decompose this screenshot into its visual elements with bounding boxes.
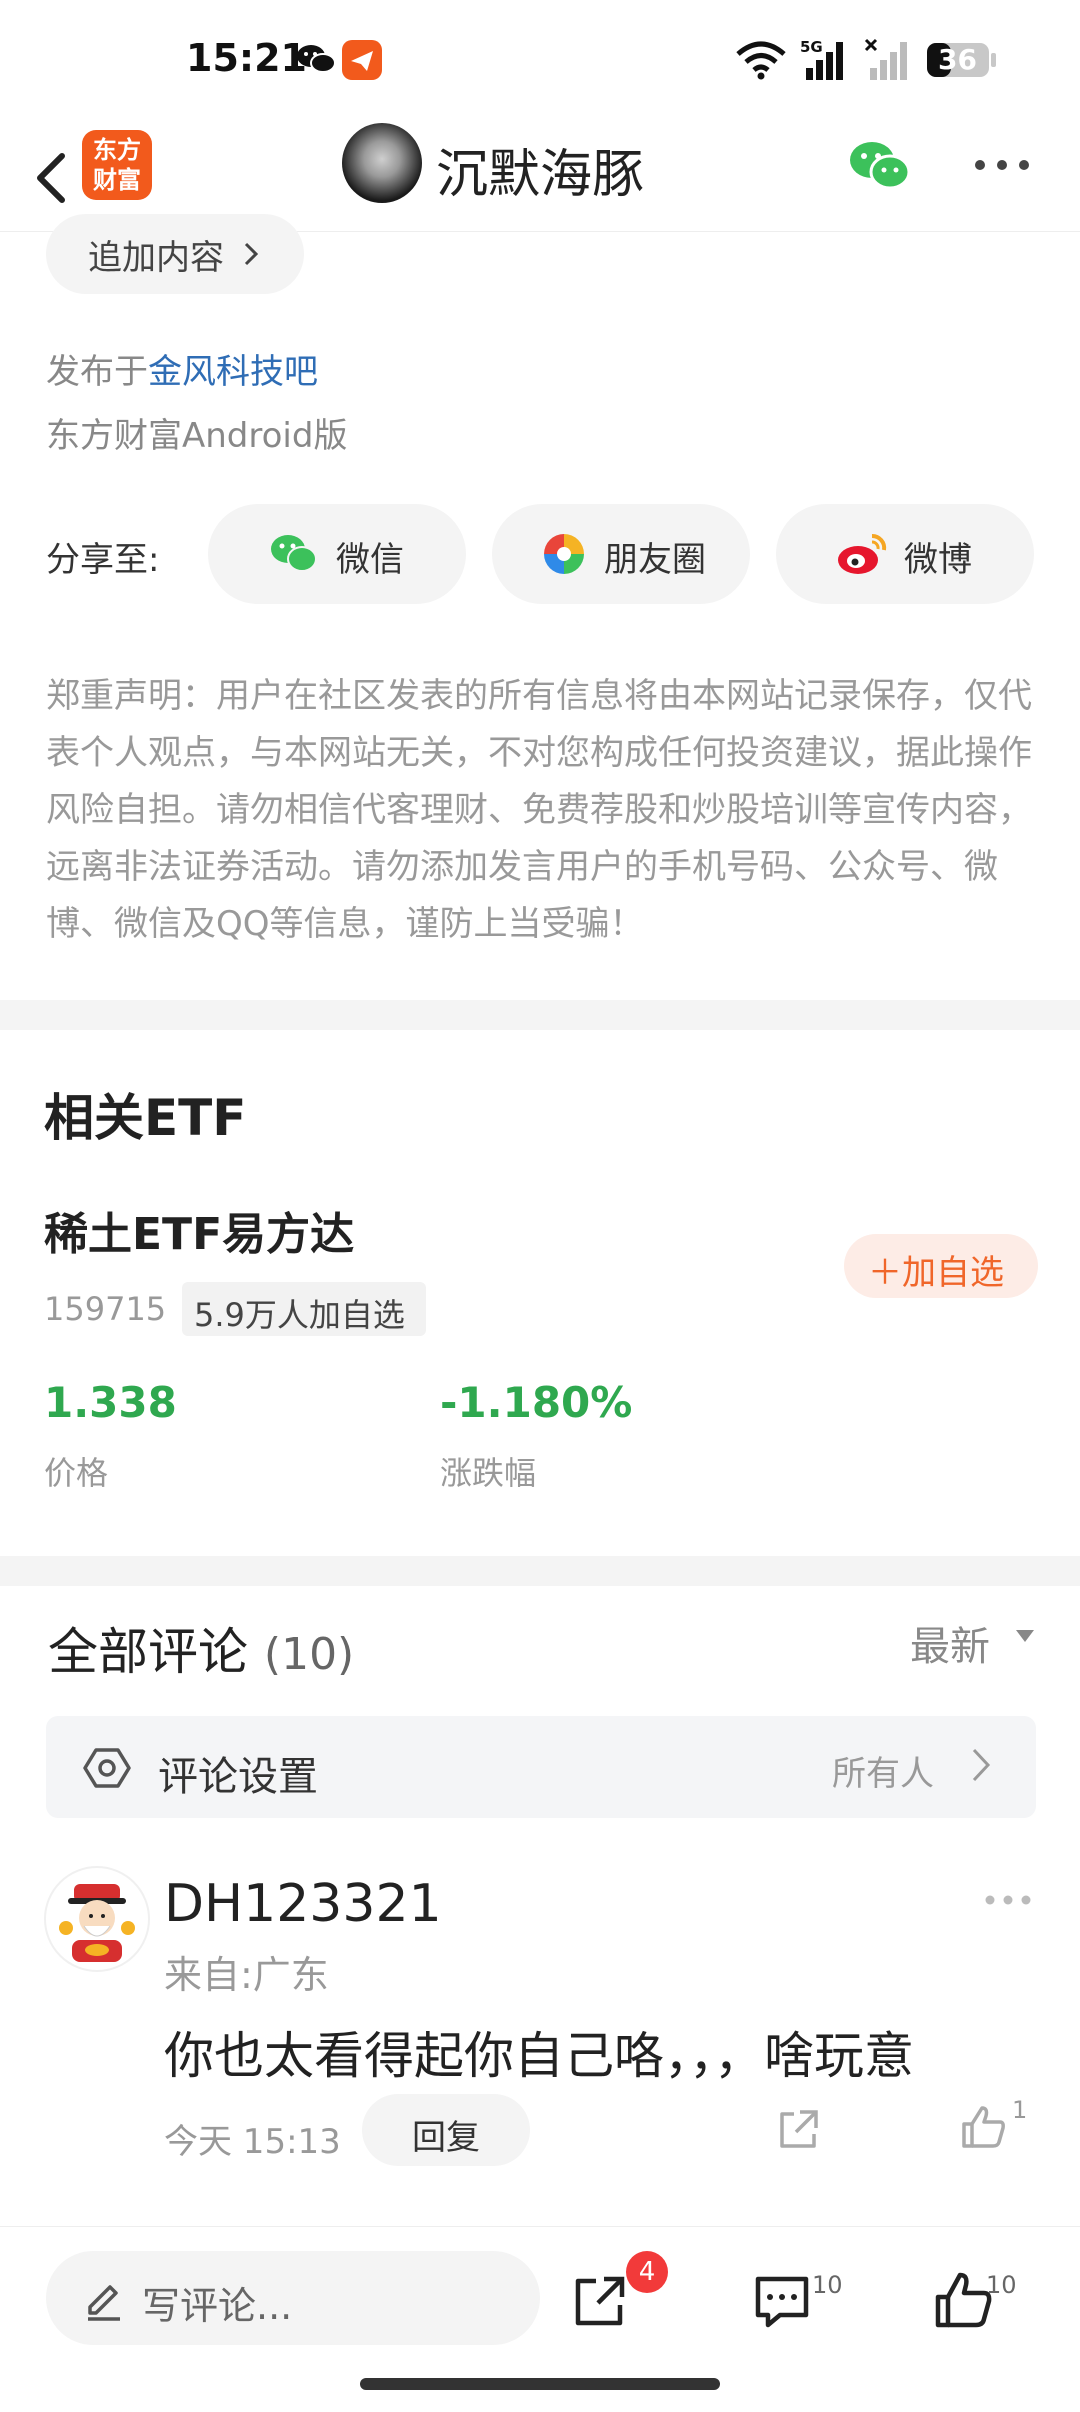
share-label: 分享至:	[46, 540, 160, 580]
chevron-right-icon	[244, 242, 259, 266]
write-comment-placeholder: 写评论...	[142, 2284, 293, 2328]
wifi-icon	[734, 40, 788, 84]
add-to-watchlist-label: ＋加自选	[868, 1253, 1004, 1293]
etf-followers-text: 5.9万人加自选	[194, 1296, 405, 1334]
etf-name[interactable]: 稀土ETF易方达	[44, 1198, 354, 1262]
reply-button[interactable]: 回复	[362, 2094, 530, 2166]
comment-text: 你也太看得起你自己咯，，，啥玩意	[164, 2027, 914, 2085]
like-post-button[interactable]	[932, 2269, 994, 2335]
comment-sort-dropdown[interactable]: 最新	[910, 1614, 990, 1672]
share-weibo-label: 微博	[904, 540, 972, 580]
pencil-icon	[88, 2285, 120, 2321]
wechat-share-button[interactable]	[848, 138, 912, 194]
share-post-button[interactable]	[570, 2271, 630, 2335]
comment-settings-value: 所有人	[832, 1754, 934, 1794]
wechat-icon	[850, 142, 911, 190]
comment-button[interactable]	[752, 2271, 812, 2335]
reply-label: 回复	[412, 2118, 480, 2158]
etf-followers-badge: 5.9万人加自选	[182, 1282, 426, 1336]
write-comment-input[interactable]: 写评论...	[46, 2251, 540, 2345]
home-indicator	[360, 2378, 720, 2390]
gear-icon	[83, 1748, 131, 1788]
comment-more-button[interactable]	[984, 1892, 1032, 1912]
more-dots-icon	[985, 1895, 1031, 1905]
chevron-right-icon	[972, 1748, 991, 1782]
publish-prefix: 发布于	[46, 352, 148, 392]
share-weibo-button[interactable]: 微博	[776, 504, 1034, 604]
share-external-icon	[575, 2276, 625, 2326]
commenter-avatar[interactable]	[44, 1866, 150, 1972]
share-moments-label: 朋友圈	[604, 540, 706, 580]
caishen-avatar-icon	[59, 1884, 135, 1962]
append-content-button[interactable]: 追加内容	[46, 214, 304, 294]
caret-down-icon	[1016, 1630, 1034, 1642]
share-wechat-button[interactable]: 微信	[208, 504, 466, 604]
comment-count: 10	[812, 2271, 843, 2299]
comment-like-button[interactable]	[958, 2102, 1008, 2156]
back-arrow-icon	[37, 153, 65, 203]
svg-text:5G: 5G	[800, 38, 823, 56]
moments-icon	[544, 534, 584, 574]
share-wechat-label: 微信	[336, 540, 404, 580]
comment-bubble-icon	[755, 2276, 809, 2328]
publish-info: 发布于金风科技吧	[46, 344, 318, 393]
share-external-icon	[780, 2110, 818, 2148]
comment-settings-row[interactable]: 评论设置 所有人	[46, 1716, 1036, 1818]
signal-5g-icon: 5G	[800, 38, 852, 86]
author-avatar[interactable]	[342, 123, 422, 203]
comment-time: 今天 15:13	[164, 2122, 341, 2162]
signal-no-service-icon	[864, 38, 916, 86]
status-time: 15:21	[186, 36, 307, 80]
disclaimer-text: 郑重声明：用户在社区发表的所有信息将由本网站记录保存，仅代表个人观点，与本网站无…	[46, 676, 1032, 944]
etf-price-label: 价格	[44, 1454, 109, 1492]
battery-level: 36	[938, 43, 977, 76]
etf-change-value: -1.180%	[440, 1378, 633, 1427]
client-version: 东方财富Android版	[46, 416, 348, 456]
back-button[interactable]	[24, 134, 84, 214]
more-options-button[interactable]	[972, 150, 1032, 180]
comments-title: 全部评论 (10)	[48, 1612, 354, 1684]
related-etf-title: 相关ETF	[44, 1089, 247, 1147]
more-dots-icon	[975, 160, 1029, 170]
logo-line1: 东方	[93, 136, 141, 164]
etf-code: 159715	[44, 1290, 167, 1328]
battery-icon: 36	[926, 40, 998, 84]
etf-change-label: 涨跌幅	[440, 1454, 537, 1492]
commenter-username[interactable]: DH123321	[164, 1874, 442, 1934]
wechat-icon	[271, 535, 317, 572]
comment-share-button[interactable]	[774, 2106, 822, 2158]
commenter-location: 来自:广东	[164, 1953, 329, 1997]
weibo-icon	[838, 533, 887, 574]
forum-link[interactable]: 金风科技吧	[148, 352, 318, 392]
section-divider	[0, 1556, 1080, 1586]
thumbs-up-icon	[962, 2106, 1005, 2148]
comments-title-text: 全部评论	[48, 1623, 248, 1681]
eastmoney-logo[interactable]: 东方 财富	[82, 130, 152, 200]
etf-price-value: 1.338	[44, 1378, 177, 1427]
like-count: 10	[986, 2271, 1017, 2299]
comment-like-count: 1	[1012, 2096, 1028, 2124]
append-content-label: 追加内容	[88, 238, 224, 278]
logo-line2: 财富	[93, 166, 141, 194]
wechat-notification-icon	[296, 42, 336, 80]
section-divider	[0, 1000, 1080, 1030]
thumbs-up-icon	[935, 2272, 992, 2328]
app-notification-icon	[342, 40, 382, 84]
comments-count: (10)	[263, 1629, 355, 1680]
status-bar: 15:21 5G 36	[0, 0, 1080, 120]
share-moments-button[interactable]: 朋友圈	[492, 504, 750, 604]
add-to-watchlist-button[interactable]: ＋加自选	[844, 1234, 1038, 1298]
author-name[interactable]: 沉默海豚	[436, 132, 644, 207]
comment-settings-label: 评论设置	[158, 1754, 318, 1800]
share-badge: 4	[626, 2251, 668, 2293]
